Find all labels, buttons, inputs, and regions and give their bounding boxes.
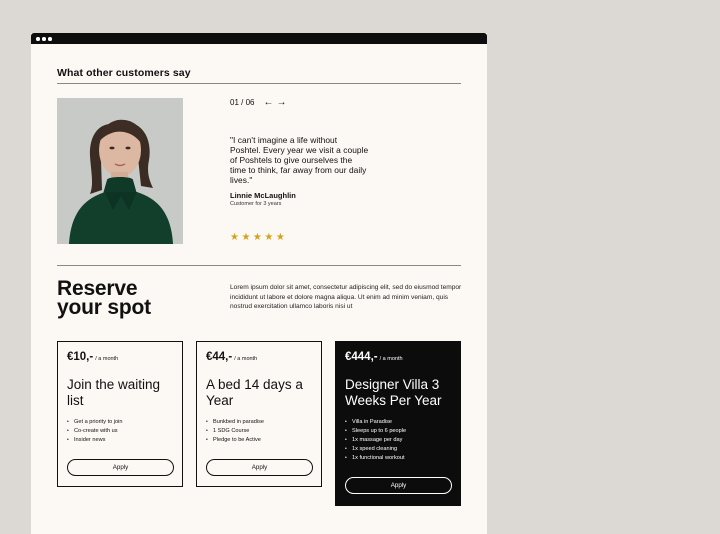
section-title: What other customers say <box>57 67 191 79</box>
previous-arrow-icon[interactable]: ← <box>263 97 273 107</box>
plan-price-amount: €444,- <box>345 351 378 363</box>
plan-feature-item: 1x functional workout <box>345 454 406 463</box>
window-control-dot[interactable] <box>48 37 52 41</box>
testimonial-author-role: Customer for 3 years <box>230 201 282 207</box>
plan-title: Designer Villa 3 Weeks Per Year <box>345 377 442 408</box>
plan-price-period: / a month <box>379 356 403 362</box>
plan-price-period: / a month <box>234 356 258 362</box>
plan-title: Join the waiting list <box>67 377 161 408</box>
next-arrow-icon[interactable]: → <box>276 97 286 107</box>
window-control-dot[interactable] <box>42 37 46 41</box>
plan-price-amount: €10,- <box>67 351 94 363</box>
plan-feature-item: 1x massage per day <box>345 436 406 445</box>
plan-feature-item: Villa in Paradise <box>345 418 406 427</box>
reserve-description: Lorem ipsum dolor sit amet, consectetur … <box>230 284 462 311</box>
pricing-card-waiting-list: €10,-/ a month Join the waiting list Get… <box>57 341 183 487</box>
customer-photo <box>57 98 183 244</box>
plan-features: Get a priority to join Co-create with us… <box>67 418 123 445</box>
reserve-heading: Reserve your spot <box>57 278 151 319</box>
divider <box>57 83 461 84</box>
pricing-card-designer-villa: €444,- / a month Designer Villa 3 Weeks P… <box>335 341 461 506</box>
plan-feature-item: Pledge to be Active <box>206 436 264 445</box>
plan-features: Bunkbed in paradise 1 SDG Course Pledge … <box>206 418 264 445</box>
apply-button[interactable]: Apply <box>345 477 452 494</box>
plan-price: €444,- / a month <box>345 351 403 363</box>
divider <box>57 265 461 266</box>
pager-count: 01 / 06 <box>230 98 255 107</box>
plan-feature-item: Bunkbed in paradise <box>206 418 264 427</box>
plan-price-amount: €44,- <box>206 351 233 363</box>
apply-button[interactable]: Apply <box>67 459 174 476</box>
browser-window: What other customers say 01 / 06 ← → "I … <box>31 33 487 534</box>
plan-price: €44,- / a month <box>206 351 257 363</box>
window-titlebar <box>31 33 487 44</box>
testimonial-quote: "I can't imagine a life without Poshtel.… <box>230 135 369 186</box>
plan-feature-item: Get a priority to join <box>67 418 123 427</box>
plan-price: €10,- / a month <box>67 351 118 363</box>
rating-stars-icon: ★★★★★ <box>230 232 288 243</box>
plan-feature-item: 1 SDG Course <box>206 427 264 436</box>
plan-feature-item: Sleeps up to 6 people <box>345 427 406 436</box>
testimonial-author: Linnie McLaughlin <box>230 191 296 200</box>
apply-button[interactable]: Apply <box>206 459 313 476</box>
plan-feature-item: 1x speed cleaning <box>345 445 406 454</box>
plan-price-period: / a month <box>95 356 119 362</box>
plan-title: A bed 14 days a Year <box>206 377 303 408</box>
plan-features: Villa in Paradise Sleeps up to 6 people … <box>345 418 406 463</box>
window-control-dot[interactable] <box>36 37 40 41</box>
plan-feature-item: Insider news <box>67 436 123 445</box>
pricing-card-bed-14-days: €44,-/ a month A bed 14 days a Year Bunk… <box>196 341 322 487</box>
reserve-heading-line: your spot <box>57 296 151 319</box>
testimonial-pager: 01 / 06 ← → <box>230 97 286 107</box>
plan-feature-item: Co-create with us <box>67 427 123 436</box>
